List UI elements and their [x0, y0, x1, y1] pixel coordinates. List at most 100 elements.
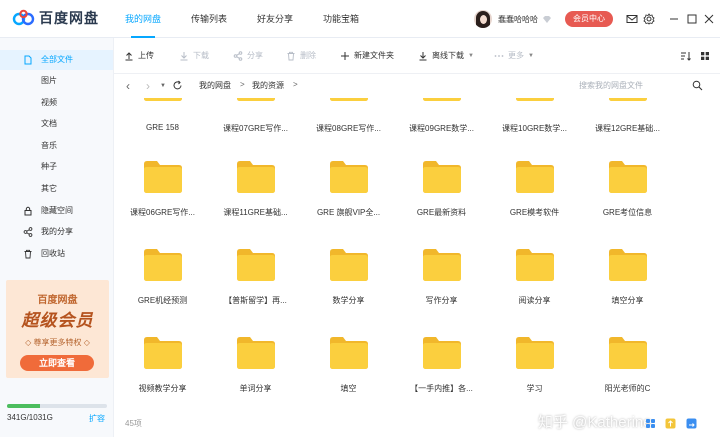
breadcrumb-my-resources[interactable]: 我的资源: [252, 80, 284, 91]
folder-item[interactable]: 课程07GRE写作...: [209, 98, 302, 158]
download-label: 下载: [193, 51, 209, 60]
folder-item[interactable]: GRE 158: [116, 98, 209, 158]
avatar[interactable]: [474, 10, 492, 28]
sidebar-item-documents[interactable]: 文档: [0, 114, 113, 134]
user-info[interactable]: 蠢蠢哈哈哈: [474, 10, 552, 28]
folder-name: 课程09GRE数学...: [409, 124, 474, 133]
folder-item[interactable]: 课程08GRE写作...: [302, 98, 395, 158]
nav-toolbox[interactable]: 功能宝箱: [323, 0, 359, 38]
toolbar: 上传 下载 分享 删除 新建文件夹 离线下载 ▼ 更多 ▼: [114, 38, 720, 74]
folder-item[interactable]: 学习: [488, 334, 581, 404]
username[interactable]: 蠢蠢哈哈哈: [498, 14, 538, 25]
folder-icon: [607, 158, 649, 194]
expand-storage-link[interactable]: 扩容: [89, 413, 105, 424]
app-logo[interactable]: 百度网盘: [12, 8, 99, 28]
sidebar-item-label: 隐藏空间: [41, 206, 73, 215]
folder-name: 填空分享: [611, 296, 644, 305]
folder-name: 课程07GRE写作...: [223, 124, 288, 133]
vip-diamond-icon: [543, 15, 551, 23]
close-icon[interactable]: [703, 13, 715, 25]
minimize-icon[interactable]: [668, 13, 680, 25]
sidebar-item-videos[interactable]: 视频: [0, 93, 113, 113]
folder-icon: [421, 158, 463, 194]
folder-name: 阅读分享: [518, 296, 551, 305]
folder-item[interactable]: 课程06GRE写作...: [116, 158, 209, 228]
folder-item[interactable]: 课程11GRE基础...: [209, 158, 302, 228]
sort-icon[interactable]: [680, 51, 691, 61]
new-folder-button[interactable]: 新建文件夹: [340, 38, 394, 74]
folder-item[interactable]: 课程09GRE数学...: [395, 98, 488, 158]
upload-button[interactable]: 上传: [124, 38, 154, 74]
vip-center-button[interactable]: 会员中心: [565, 11, 613, 27]
sidebar-item-images[interactable]: 图片: [0, 71, 113, 91]
search-input[interactable]: 搜索我的网盘文件: [579, 80, 643, 91]
folder-icon: [142, 158, 184, 194]
folder-item[interactable]: 数学分享: [302, 246, 395, 316]
sidebar-item-my-share[interactable]: 我的分享: [0, 222, 113, 242]
folder-item[interactable]: 视频教学分享: [116, 334, 209, 404]
forward-arrow-icon[interactable]: ›: [142, 79, 154, 93]
promo-view-button[interactable]: 立即查看: [20, 355, 94, 371]
plus-icon: [341, 52, 349, 60]
delete-button[interactable]: 删除: [286, 38, 316, 74]
folder-icon: [421, 98, 463, 102]
history-dropdown-icon[interactable]: ▼: [157, 79, 169, 93]
apps-grid-icon[interactable]: [645, 418, 656, 429]
top-bar: 百度网盘 我的网盘 传输列表 好友分享 功能宝箱 蠢蠢哈哈哈 会员中心: [0, 0, 720, 38]
nav-transfer-list[interactable]: 传输列表: [191, 0, 227, 38]
trash-icon: [24, 249, 32, 259]
gear-icon[interactable]: [643, 13, 655, 25]
folder-item[interactable]: GRE模考软件: [488, 158, 581, 228]
folder-item[interactable]: GRE 旗舰VIP全...: [302, 158, 395, 228]
folder-icon: [421, 246, 463, 282]
vip-promo-banner[interactable]: 百度网盘 超级会员 ◇ 尊享更多特权 ◇ 立即查看: [6, 280, 109, 378]
share-label: 分享: [247, 51, 263, 60]
folder-name: GRE最新资料: [416, 208, 467, 217]
offline-download-button[interactable]: 离线下载 ▼: [418, 38, 474, 74]
sidebar-item-others[interactable]: 其它: [0, 179, 113, 199]
folder-item[interactable]: 写作分享: [395, 246, 488, 316]
share-icon: [23, 227, 33, 237]
more-button[interactable]: 更多 ▼: [494, 38, 534, 74]
folder-icon: [607, 246, 649, 282]
folder-name: 学习: [526, 384, 543, 393]
folder-item[interactable]: GRE最新资料: [395, 158, 488, 228]
folder-name: 写作分享: [425, 296, 458, 305]
maximize-icon[interactable]: [686, 13, 698, 25]
folder-name: 单词分享: [239, 384, 272, 393]
upload-label: 上传: [138, 51, 154, 60]
sidebar-item-recycle-bin[interactable]: 回收站: [0, 244, 113, 264]
folder-item[interactable]: 阅读分享: [488, 246, 581, 316]
promo-title: 百度网盘: [37, 295, 78, 306]
folder-item[interactable]: 【一手内推】各...: [395, 334, 488, 404]
folder-item[interactable]: 阳光老师的C: [581, 334, 674, 404]
folder-name: 视频教学分享: [138, 384, 187, 393]
breadcrumb-my-netdisk[interactable]: 我的网盘: [199, 80, 231, 91]
folder-item[interactable]: 【普斯留学】再...: [209, 246, 302, 316]
nav-my-netdisk[interactable]: 我的网盘: [125, 0, 161, 38]
sidebar-item-all-files[interactable]: 全部文件: [0, 50, 113, 70]
refresh-icon[interactable]: [172, 80, 183, 91]
back-arrow-icon[interactable]: ‹: [122, 79, 134, 93]
upload-badge-icon[interactable]: [665, 418, 676, 429]
share-button[interactable]: 分享: [233, 38, 263, 74]
folder-item[interactable]: 填空: [302, 334, 395, 404]
folder-item[interactable]: GRE考位信息: [581, 158, 674, 228]
nav-friend-share[interactable]: 好友分享: [257, 0, 293, 38]
transfer-badge-icon[interactable]: [686, 418, 697, 429]
promo-slogan: 超级会员: [21, 311, 94, 330]
sidebar-item-torrents[interactable]: 种子: [0, 157, 113, 177]
mail-icon[interactable]: [626, 13, 638, 25]
grid-view-icon[interactable]: [700, 51, 710, 61]
folder-item[interactable]: 课程12GRE基础...: [581, 98, 674, 158]
search-icon[interactable]: [692, 80, 703, 91]
sidebar-item-hidden-space[interactable]: 隐藏空间: [0, 201, 113, 221]
address-bar: ‹ › ▼ 我的网盘 > 我的资源 > 搜索我的网盘文件: [114, 74, 720, 98]
folder-item[interactable]: GRE机经预测: [116, 246, 209, 316]
folder-item[interactable]: 课程10GRE数学...: [488, 98, 581, 158]
folder-item[interactable]: 单词分享: [209, 334, 302, 404]
sidebar-item-music[interactable]: 音乐: [0, 136, 113, 156]
folder-icon: [328, 98, 370, 102]
folder-item[interactable]: 填空分享: [581, 246, 674, 316]
download-button[interactable]: 下载: [179, 38, 209, 74]
